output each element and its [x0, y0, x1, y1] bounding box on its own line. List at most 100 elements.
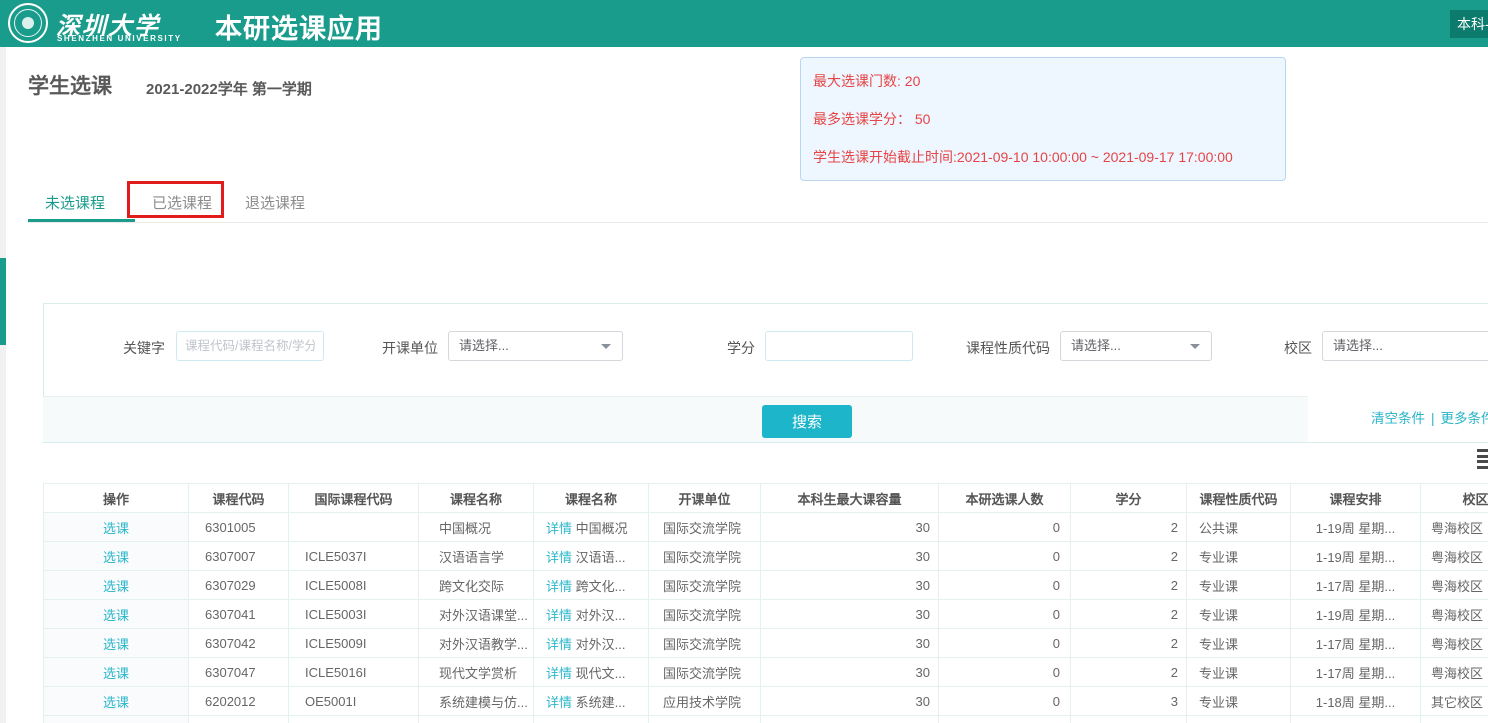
course-name-cell: 汉语语言学 [419, 542, 534, 571]
select-course-link[interactable]: 选课 [103, 637, 129, 652]
tab-dropped-courses[interactable]: 退选课程 [245, 192, 305, 213]
search-button[interactable]: 搜索 [762, 405, 852, 438]
table-row: 选课6307029ICLE5008I跨文化交际详情 跨文化...国际交流学院30… [44, 571, 1488, 600]
course-type-select[interactable]: 请选择... [1060, 331, 1212, 361]
select-course-link[interactable]: 选课 [103, 550, 129, 565]
schedule-cell: 1-18周 星期... [1291, 687, 1421, 716]
notice-time-window: 学生选课开始截止时间:2021-09-10 10:00:00 ~ 2021-09… [813, 147, 1273, 167]
course-detail-cell: 详情 系统建... [534, 687, 649, 716]
keyword-label: 关键字 [123, 338, 165, 358]
table-header-cell: 课程安排 [1291, 484, 1421, 513]
more-conditions-link[interactable]: 更多条件 [1441, 411, 1488, 426]
schedule-cell: 1-17周 星期... [1291, 629, 1421, 658]
course-detail-cell: 详情 现代文... [534, 658, 649, 687]
intl-course-code-cell: ICLE5008I [289, 571, 419, 600]
department-cell: 国际交流学院 [649, 571, 761, 600]
chevron-down-icon [601, 344, 611, 349]
table-row: 选课6307042ICLE5009I对外汉语教学...详情 对外汉...国际交流… [44, 629, 1488, 658]
intl-course-code-cell [289, 513, 419, 542]
column-menu-icon[interactable] [1477, 449, 1488, 471]
table-header-cell: 本研选课人数 [939, 484, 1071, 513]
intl-course-code-cell [289, 716, 419, 723]
detail-link[interactable]: 详情 [546, 579, 572, 594]
campus-cell: 粤海校区 [1421, 513, 1488, 542]
credits-input[interactable] [765, 331, 913, 361]
schedule-cell: 1-19周 星期... [1291, 513, 1421, 542]
schedule-cell: 1-17周 星期... [1291, 571, 1421, 600]
detail-link[interactable]: 详情 [546, 695, 572, 710]
course-code-cell: 6307042 [189, 629, 289, 658]
keyword-input[interactable] [176, 331, 324, 361]
university-name-en: SHENZHEN UNIVERSITY [57, 34, 182, 43]
course-code-cell: 6307029 [189, 571, 289, 600]
course-name-cell: 中国概况 [419, 513, 534, 542]
credits-cell: 2 [1071, 600, 1187, 629]
annotation-highlight-box [127, 181, 224, 218]
select-course-link[interactable]: 选课 [103, 521, 129, 536]
table-row [44, 716, 1488, 723]
selection-rules-notice: 最大选课门数: 20 最多选课学分： 50 学生选课开始截止时间:2021-09… [800, 57, 1286, 181]
detail-link[interactable]: 详情 [546, 550, 572, 565]
table-header-cell: 课程名称 [419, 484, 534, 513]
table-row: 选课6307007ICLE5037I汉语语言学详情 汉语语...国际交流学院30… [44, 542, 1488, 571]
detail-link[interactable]: 详情 [546, 666, 572, 681]
course-code-cell: 6307007 [189, 542, 289, 571]
condition-links: 清空条件|更多条件 [1371, 407, 1488, 427]
campus-cell: 粤海校区 [1421, 600, 1488, 629]
enrolled-count-cell: 0 [939, 687, 1071, 716]
course-code-cell: 6307047 [189, 658, 289, 687]
campus-cell: 粤海校区 [1421, 629, 1488, 658]
select-course-link[interactable]: 选课 [103, 608, 129, 623]
enrolled-count-cell: 0 [939, 542, 1071, 571]
action-cell [44, 716, 189, 723]
course-type-cell: 专业课 [1187, 687, 1291, 716]
table-header-cell: 操作 [44, 484, 189, 513]
intl-course-code-cell: OE5001I [289, 687, 419, 716]
role-switch-badge[interactable]: 本科- [1450, 10, 1488, 38]
course-detail-cell: 详情 中国概况 [534, 513, 649, 542]
clear-conditions-link[interactable]: 清空条件 [1371, 411, 1425, 426]
course-type-cell: 专业课 [1187, 658, 1291, 687]
campus-cell: 其它校区 [1421, 687, 1488, 716]
credits-cell: 2 [1071, 658, 1187, 687]
action-cell: 选课 [44, 513, 189, 542]
table-row: 选课6202012OE5001I系统建模与仿...详情 系统建...应用技术学院… [44, 687, 1488, 716]
tab-unselected-courses[interactable]: 未选课程 [45, 192, 105, 213]
select-course-link[interactable]: 选课 [103, 666, 129, 681]
department-select[interactable]: 请选择... [448, 331, 623, 361]
table-row: 选课6307047ICLE5016I现代文学赏析详情 现代文...国际交流学院3… [44, 658, 1488, 687]
vertical-scrollbar-thumb[interactable] [0, 258, 6, 345]
intl-course-code-cell: ICLE5037I [289, 542, 419, 571]
detail-link[interactable]: 详情 [546, 521, 572, 536]
course-detail-cell: 详情 汉语语... [534, 542, 649, 571]
department-cell: 国际交流学院 [649, 542, 761, 571]
action-cell: 选课 [44, 542, 189, 571]
campus-cell: 粤海校区 [1421, 658, 1488, 687]
course-type-label: 课程性质代码 [966, 338, 1050, 358]
table-row: 选课6307041ICLE5003I对外汉语课堂...详情 对外汉...国际交流… [44, 600, 1488, 629]
select-course-link[interactable]: 选课 [103, 579, 129, 594]
select-course-link[interactable]: 选课 [103, 695, 129, 710]
course-type-cell: 专业课 [1187, 571, 1291, 600]
course-detail-cell: 详情 跨文化... [534, 571, 649, 600]
enrolled-count-cell: 0 [939, 513, 1071, 542]
vertical-scrollbar-track[interactable] [0, 47, 6, 723]
campus-select[interactable]: 请选择... [1322, 331, 1488, 361]
enrolled-count-cell: 0 [939, 658, 1071, 687]
campus-cell: 粤海校区 [1421, 542, 1488, 571]
detail-link[interactable]: 详情 [546, 608, 572, 623]
department-cell: 国际交流学院 [649, 513, 761, 542]
course-detail-cell: 详情 对外汉... [534, 600, 649, 629]
table-header-cell: 国际课程代码 [289, 484, 419, 513]
course-type-cell: 专业课 [1187, 600, 1291, 629]
course-table: 操作课程代码国际课程代码课程名称课程名称开课单位本科生最大课容量本研选课人数学分… [43, 483, 1488, 723]
course-table-wrap: 操作课程代码国际课程代码课程名称课程名称开课单位本科生最大课容量本研选课人数学分… [43, 483, 1488, 723]
enrolled-count-cell: 0 [939, 571, 1071, 600]
course-code-cell: 6307041 [189, 600, 289, 629]
app-title: 本研选课应用 [215, 7, 383, 46]
max-capacity-cell [761, 716, 939, 723]
table-header-cell: 课程名称 [534, 484, 649, 513]
detail-link[interactable]: 详情 [546, 637, 572, 652]
max-capacity-cell: 30 [761, 600, 939, 629]
page-title: 学生选课 [28, 70, 112, 100]
